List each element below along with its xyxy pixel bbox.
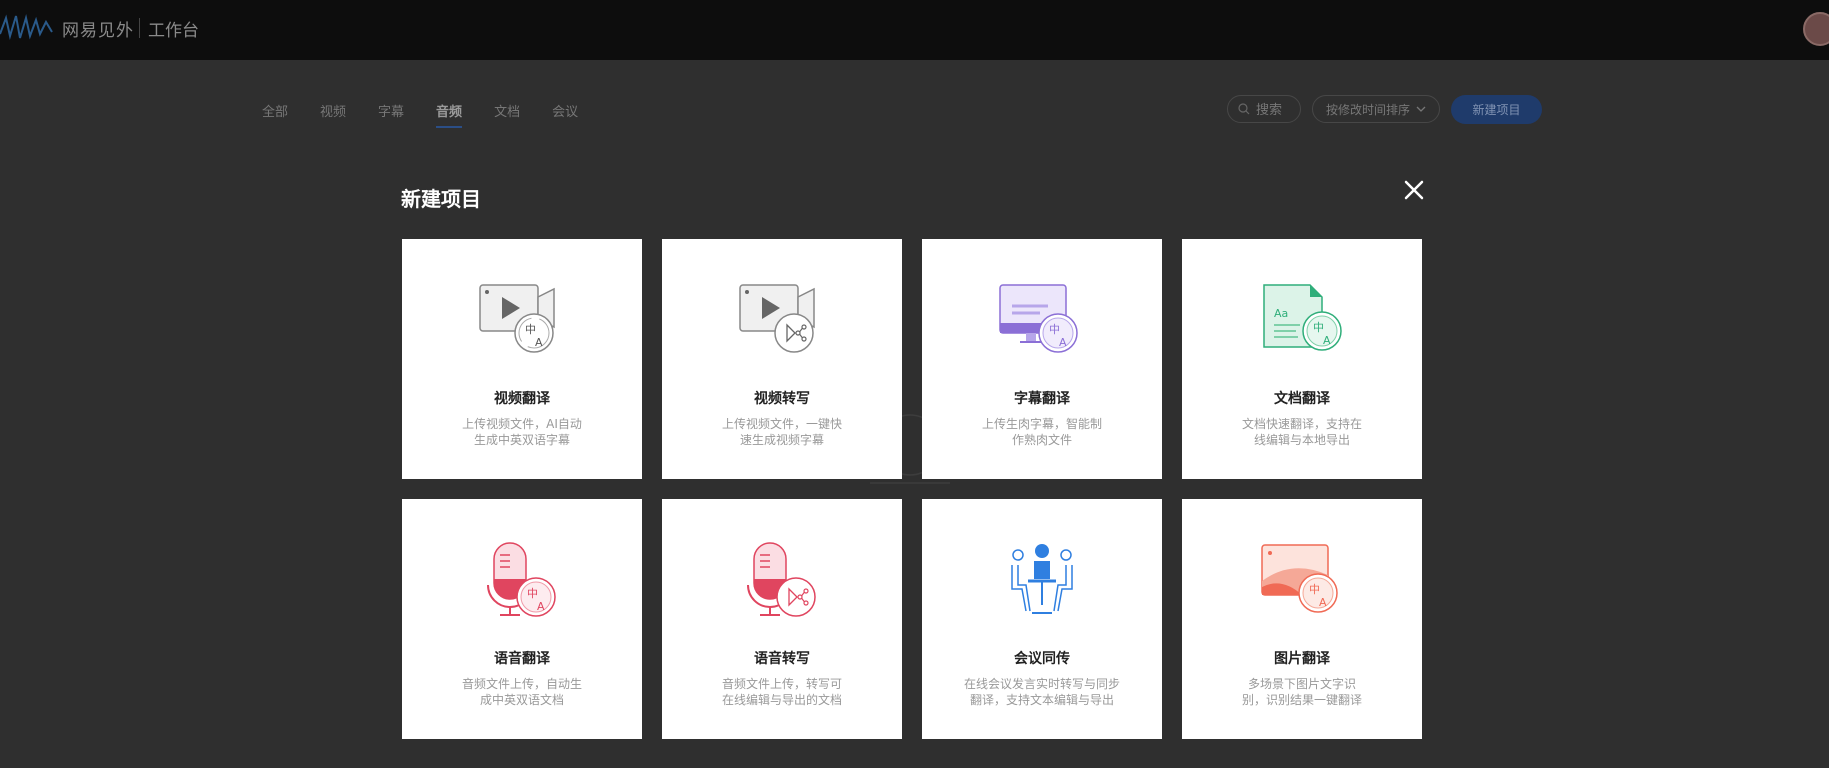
subtitle-translate-icon: 中 A: [999, 284, 1078, 353]
card-desc-line: 上传视频文件，AI自动: [462, 417, 582, 431]
chevron-down-icon: [1416, 106, 1426, 112]
audio-translate-icon: 中 A: [487, 542, 556, 617]
card-desc-line: 多场景下图片文字识: [1247, 677, 1356, 691]
brand-divider: [139, 18, 140, 38]
card-desc-line: 音频文件上传，转写可: [721, 677, 842, 691]
search-icon: [1238, 103, 1250, 115]
card-desc-line: 上传视频文件，一键快: [721, 417, 842, 431]
video-translate-icon: 中 A: [479, 284, 555, 353]
svg-text:中: 中: [1049, 323, 1060, 336]
card-title: 语音转写: [754, 651, 810, 667]
svg-text:A: A: [1059, 336, 1067, 349]
svg-text:A: A: [537, 600, 545, 613]
card-desc-line: 作熟肉文件: [1011, 433, 1072, 447]
close-icon[interactable]: [1402, 178, 1426, 202]
card-desc-line: 速生成视频字幕: [739, 433, 824, 447]
card-document-translate[interactable]: Aa 中 A 文档翻译 文档快速翻译，支持在 线编辑与本地导出: [1182, 239, 1422, 479]
svg-text:中: 中: [525, 323, 536, 336]
tab-meeting[interactable]: 会议: [552, 101, 578, 128]
card-title: 视频转写: [754, 391, 810, 407]
card-description: 上传视频文件，一键快 速生成视频字幕: [712, 416, 852, 448]
card-desc-line: 音频文件上传，自动生: [461, 677, 582, 691]
card-title: 图片翻译: [1274, 651, 1330, 667]
card-description: 多场景下图片文字识 别，识别结果一键翻译: [1232, 676, 1372, 708]
logo-waves-icon[interactable]: [0, 14, 54, 40]
card-desc-line: 线编辑与本地导出: [1253, 433, 1350, 447]
image-translate-icon: 中 A: [1261, 544, 1338, 613]
card-desc-line: 文档快速翻译，支持在: [1241, 417, 1362, 431]
brand-name[interactable]: 网易见外: [62, 16, 134, 41]
svg-text:A: A: [1319, 596, 1327, 609]
card-title: 会议同传: [1014, 651, 1070, 667]
search-box[interactable]: [1227, 95, 1301, 123]
modal-title: 新建项目: [401, 187, 481, 211]
meeting-interpret-icon: [1011, 544, 1073, 614]
card-description: 文档快速翻译，支持在 线编辑与本地导出: [1232, 416, 1372, 448]
svg-text:A: A: [1323, 334, 1331, 347]
category-tabs: 全部 视频 字幕 音频 文档 会议: [262, 101, 610, 128]
card-desc-line: 成中英双语文档: [479, 693, 564, 707]
card-desc-line: 生成中英双语字幕: [473, 433, 570, 447]
card-subtitle-translate[interactable]: 中 A 字幕翻译 上传生肉字幕，智能制 作熟肉文件: [922, 239, 1162, 479]
card-title: 语音翻译: [494, 651, 550, 667]
card-desc-line: 别，识别结果一键翻译: [1241, 693, 1362, 707]
card-description: 音频文件上传，自动生 成中英双语文档: [452, 676, 592, 708]
card-desc-line: 上传生肉字幕，智能制: [981, 417, 1102, 431]
tab-subtitle[interactable]: 字幕: [378, 101, 404, 128]
card-video-translate[interactable]: 中 A 视频翻译 上传视频文件，AI自动 生成中英双语字幕: [402, 239, 642, 479]
card-title: 文档翻译: [1274, 391, 1330, 407]
document-translate-icon: Aa 中 A: [1263, 284, 1342, 351]
card-audio-transcribe[interactable]: 语音转写 音频文件上传，转写可 在线编辑与导出的文档: [662, 499, 902, 739]
card-description: 上传视频文件，AI自动 生成中英双语字幕: [452, 416, 592, 448]
workbench-label[interactable]: 工作台: [148, 16, 199, 41]
card-image-translate[interactable]: 中 A 图片翻译 多场景下图片文字识 别，识别结果一键翻译: [1182, 499, 1422, 739]
svg-text:中: 中: [527, 587, 538, 600]
card-audio-translate[interactable]: 中 A 语音翻译 音频文件上传，自动生 成中英双语文档: [402, 499, 642, 739]
sort-label: 按修改时间排序: [1325, 102, 1410, 117]
sort-select[interactable]: 按修改时间排序: [1312, 95, 1440, 123]
tab-video[interactable]: 视频: [320, 101, 346, 128]
search-input[interactable]: [1256, 101, 1296, 117]
card-desc-line: 翻译，支持文本编辑与导出: [969, 693, 1114, 707]
new-project-button[interactable]: 新建项目: [1451, 95, 1542, 124]
card-meeting-interpret[interactable]: 会议同传 在线会议发言实时转写与同步 翻译，支持文本编辑与导出: [922, 499, 1162, 739]
card-description: 音频文件上传，转写可 在线编辑与导出的文档: [712, 676, 852, 708]
top-bar: 网易见外 工作台: [0, 0, 1829, 60]
tab-document[interactable]: 文档: [494, 101, 520, 128]
card-description: 在线会议发言实时转写与同步 翻译，支持文本编辑与导出: [958, 676, 1126, 708]
card-description: 上传生肉字幕，智能制 作熟肉文件: [972, 416, 1112, 448]
tab-all[interactable]: 全部: [262, 101, 288, 128]
card-title: 视频翻译: [494, 391, 550, 407]
video-transcribe-icon: [739, 284, 815, 353]
svg-text:中: 中: [1309, 583, 1320, 596]
card-desc-line: 在线会议发言实时转写与同步: [963, 677, 1120, 691]
card-title: 字幕翻译: [1014, 391, 1070, 407]
avatar[interactable]: [1803, 12, 1829, 46]
tab-audio[interactable]: 音频: [436, 101, 463, 128]
svg-text:中: 中: [1313, 321, 1324, 334]
svg-text:A: A: [535, 336, 543, 349]
svg-text:Aa: Aa: [1274, 307, 1288, 320]
card-video-transcribe[interactable]: 视频转写 上传视频文件，一键快 速生成视频字幕: [662, 239, 902, 479]
card-desc-line: 在线编辑与导出的文档: [721, 693, 842, 707]
audio-transcribe-icon: [747, 542, 816, 617]
